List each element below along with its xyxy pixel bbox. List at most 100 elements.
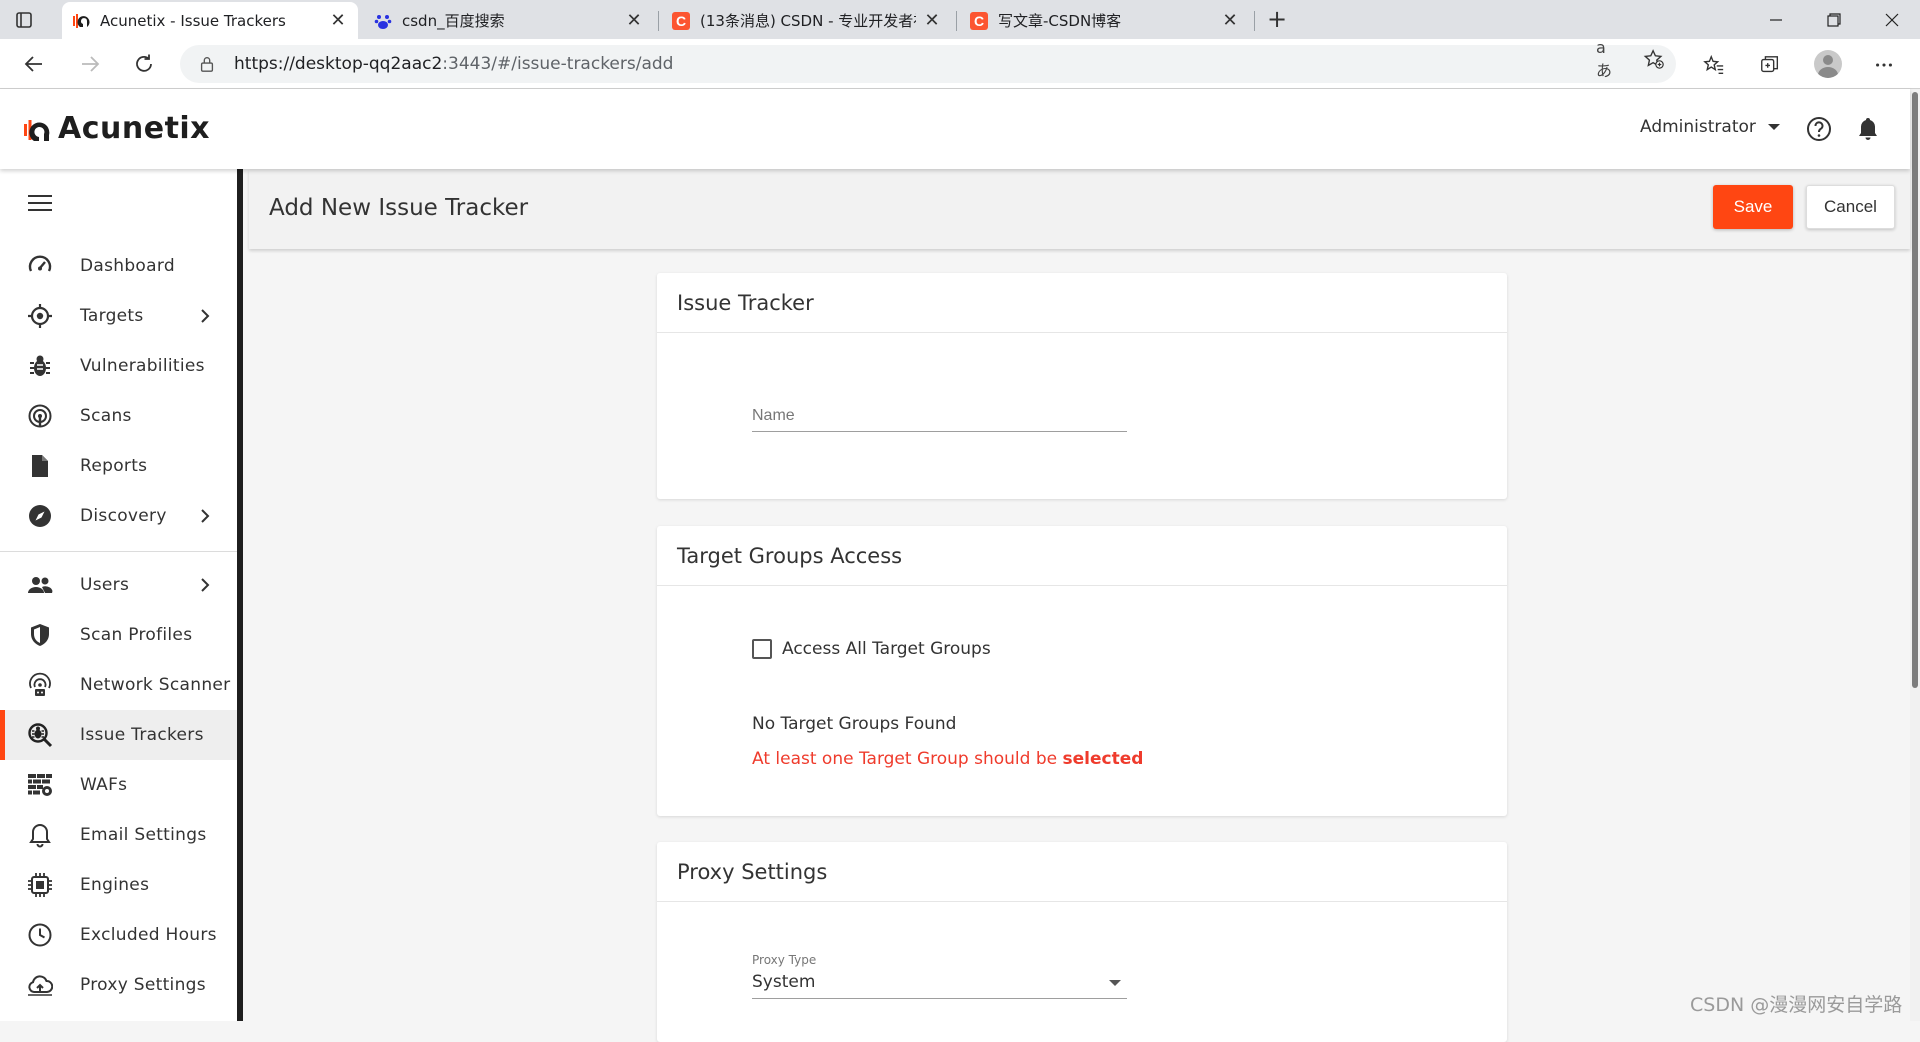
crosshair-target-icon <box>26 302 54 330</box>
cloud-upload-icon <box>26 971 54 999</box>
sidebar-item-label: Excluded Hours <box>80 925 217 945</box>
notifications-bell-icon[interactable] <box>1856 116 1880 142</box>
browser-tab-acunetix[interactable]: Acunetix - Issue Trackers ✕ <box>62 2 358 39</box>
tab-close-icon[interactable]: ✕ <box>1220 10 1240 31</box>
help-icon[interactable] <box>1806 116 1832 142</box>
sidebar-item-excluded-hours[interactable]: Excluded Hours <box>0 910 237 960</box>
compass-icon <box>26 502 54 530</box>
lock-icon[interactable] <box>198 54 218 74</box>
collections-icon[interactable] <box>1756 51 1784 79</box>
error-emphasis: selected <box>1062 749 1144 769</box>
acunetix-logo-icon <box>24 119 50 141</box>
sidebar: Dashboard Targets Vulnerabilities Scans … <box>0 169 243 1021</box>
page-scrollbar-thumb[interactable] <box>1912 92 1918 688</box>
chevron-right-icon <box>201 509 210 523</box>
caret-down-icon <box>1109 980 1121 986</box>
sidebar-item-network-scanner[interactable]: Network Scanner <box>0 660 237 710</box>
user-menu[interactable]: Administrator <box>1640 117 1780 137</box>
sidebar-item-email-settings[interactable]: Email Settings <box>0 810 237 860</box>
favorites-icon[interactable] <box>1700 51 1728 79</box>
profile-avatar-icon[interactable] <box>1814 50 1842 78</box>
sidebar-item-dashboard[interactable]: Dashboard <box>0 241 237 291</box>
name-field[interactable] <box>752 403 1127 432</box>
chip-icon <box>26 871 54 899</box>
card-heading: Issue Tracker <box>657 273 1507 333</box>
browser-tab-bar: Acunetix - Issue Trackers ✕ csdn_百度搜索 ✕ … <box>0 0 1920 39</box>
sidebar-item-label: Scan Profiles <box>80 625 193 645</box>
window-close-icon[interactable] <box>1864 0 1920 39</box>
sidebar-item-wafs[interactable]: WAFs <box>0 760 237 810</box>
add-favorite-star-icon[interactable] <box>1642 47 1666 71</box>
network-scanner-icon <box>26 671 54 699</box>
tab-actions-icon[interactable] <box>12 8 36 32</box>
sidebar-divider <box>0 551 237 552</box>
acunetix-favicon-icon <box>72 12 90 30</box>
more-menu-icon[interactable] <box>1870 51 1898 79</box>
browser-tab-baidu[interactable]: csdn_百度搜索 ✕ <box>364 2 654 39</box>
sidebar-item-targets[interactable]: Targets <box>0 291 237 341</box>
tab-close-icon[interactable]: ✕ <box>328 10 348 31</box>
sidebar-item-reports[interactable]: Reports <box>0 441 237 491</box>
proxy-type-select[interactable]: System <box>752 972 1127 999</box>
sidebar-item-scans[interactable]: Scans <box>0 391 237 441</box>
page-title: Add New Issue Tracker <box>269 195 529 221</box>
sidebar-item-users[interactable]: Users <box>0 560 237 610</box>
shield-icon <box>26 621 54 649</box>
card-heading: Target Groups Access <box>657 526 1507 586</box>
name-input[interactable] <box>752 403 1127 431</box>
validation-error: At least one Target Group should be sele… <box>752 749 1143 769</box>
error-text: At least one Target Group should be <box>752 749 1063 769</box>
reload-icon[interactable] <box>128 48 160 80</box>
bug-search-icon <box>26 721 54 749</box>
dashboard-gauge-icon <box>26 252 54 280</box>
tab-separator <box>1254 11 1255 31</box>
tab-title: 写文章-CSDN博客 <box>998 12 1122 30</box>
sidebar-item-engines[interactable]: Engines <box>0 860 237 910</box>
sidebar-item-proxy-settings[interactable]: Proxy Settings <box>0 960 237 1010</box>
translate-icon[interactable]: aあ <box>1596 38 1620 80</box>
tab-title: (13条消息) CSDN - 专业开发者社 <box>700 12 916 30</box>
checkbox-box[interactable] <box>752 639 772 659</box>
brand-logo[interactable]: Acunetix <box>24 111 210 146</box>
save-button[interactable]: Save <box>1713 185 1793 229</box>
sidebar-item-label: Users <box>80 575 130 595</box>
app-header: Acunetix Administrator <box>0 89 1910 169</box>
users-icon <box>26 571 54 599</box>
cancel-button[interactable]: Cancel <box>1806 185 1895 229</box>
tab-title: csdn_百度搜索 <box>402 12 505 30</box>
browser-tab-csdn-write[interactable]: C 写文章-CSDN博客 ✕ <box>960 2 1250 39</box>
firewall-icon <box>26 771 54 799</box>
page-toolbar: Add New Issue Tracker Save Cancel <box>249 169 1910 249</box>
proxy-type-label: Proxy Type <box>752 953 817 967</box>
target-groups-card: Target Groups Access Access All Target G… <box>657 526 1507 816</box>
sidebar-item-label: Engines <box>80 875 150 895</box>
forward-arrow-icon[interactable] <box>74 48 106 80</box>
restore-icon[interactable] <box>1806 0 1862 39</box>
sidebar-item-label: Targets <box>80 306 144 326</box>
sidebar-item-scan-profiles[interactable]: Scan Profiles <box>0 610 237 660</box>
radar-icon <box>26 402 54 430</box>
sidebar-item-vulnerabilities[interactable]: Vulnerabilities <box>0 341 237 391</box>
sidebar-item-label: Email Settings <box>80 825 207 845</box>
sidebar-item-label: Issue Trackers <box>80 725 204 745</box>
browser-tab-csdn[interactable]: C (13条消息) CSDN - 专业开发者社 ✕ <box>662 2 952 39</box>
proxy-settings-card: Proxy Settings Proxy Type System <box>657 842 1507 1042</box>
tab-close-icon[interactable]: ✕ <box>624 10 644 31</box>
hamburger-menu-icon[interactable] <box>28 195 52 213</box>
tab-close-icon[interactable]: ✕ <box>922 10 942 31</box>
url-host: https://desktop-qq2aac2 <box>234 54 443 74</box>
sidebar-item-label: Proxy Settings <box>80 975 206 995</box>
card-heading: Proxy Settings <box>657 842 1507 902</box>
new-tab-button[interactable]: + <box>1264 5 1290 33</box>
sidebar-item-issue-trackers[interactable]: Issue Trackers <box>0 710 237 760</box>
sidebar-item-label: Dashboard <box>80 256 175 276</box>
access-all-target-groups-checkbox[interactable]: Access All Target Groups <box>752 639 991 659</box>
sidebar-item-discovery[interactable]: Discovery <box>0 491 237 541</box>
sidebar-item-label: WAFs <box>80 775 128 795</box>
minimize-icon[interactable] <box>1748 0 1804 39</box>
back-arrow-icon[interactable] <box>18 48 50 80</box>
sidebar-item-label: Reports <box>80 456 148 476</box>
url-text: https://desktop-qq2aac2:3443/#/issue-tra… <box>234 54 673 74</box>
url-bar[interactable]: https://desktop-qq2aac2:3443/#/issue-tra… <box>180 45 1676 83</box>
issue-tracker-card: Issue Tracker <box>657 273 1507 499</box>
